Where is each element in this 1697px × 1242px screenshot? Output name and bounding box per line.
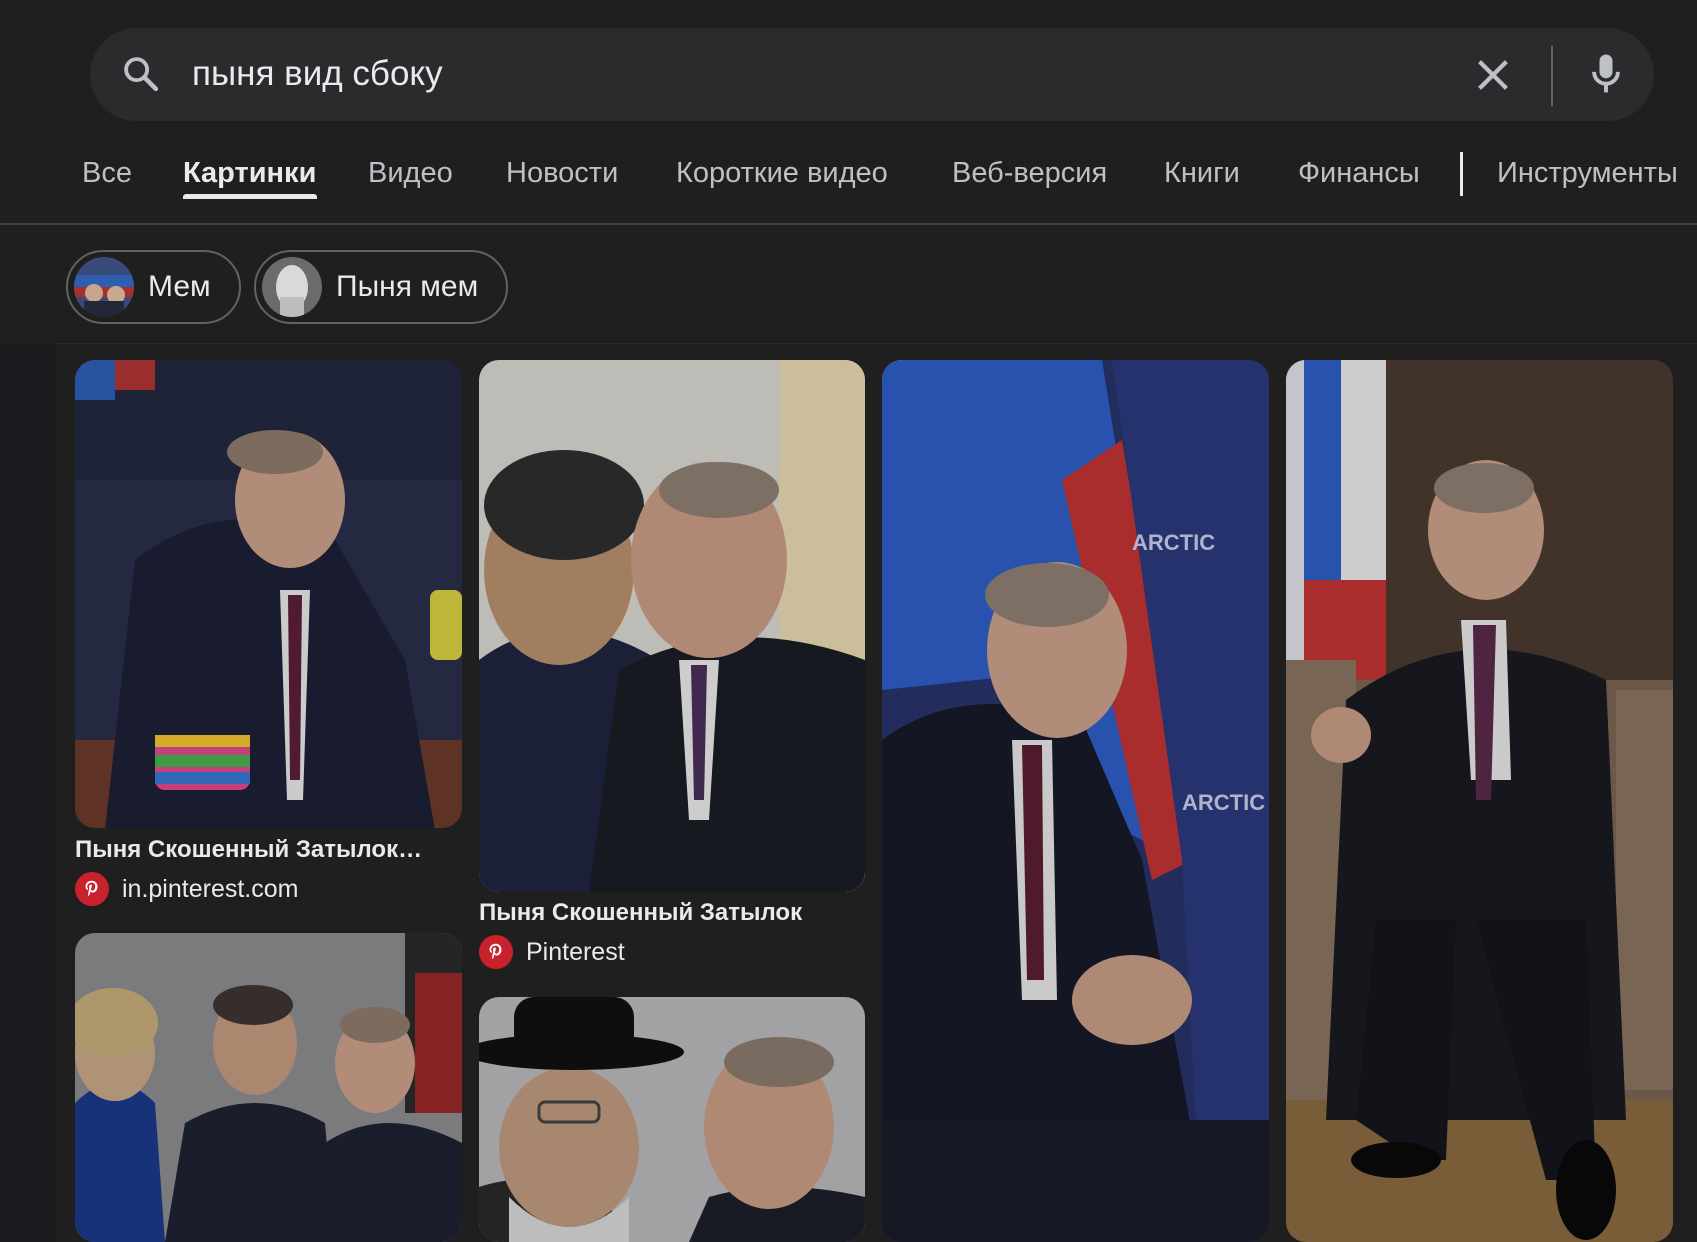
tabs-divider — [1460, 152, 1463, 196]
result-image[interactable] — [479, 997, 865, 1242]
pinterest-icon — [75, 872, 109, 906]
result-source[interactable]: Pinterest — [479, 935, 625, 969]
chip-meme[interactable]: Мем — [66, 250, 241, 324]
microphone-icon[interactable] — [1580, 48, 1632, 100]
tab-images[interactable]: Картинки — [183, 152, 316, 194]
tab-finance[interactable]: Финансы — [1298, 152, 1420, 194]
result-image[interactable] — [75, 933, 462, 1242]
grid-separator — [57, 343, 1697, 344]
chip-thumbnail — [74, 257, 134, 317]
search-tabs: Все Картинки Видео Новости Короткие виде… — [0, 140, 1697, 224]
result-image[interactable] — [75, 360, 462, 828]
result-title[interactable]: Пыня Скошенный Затылок… — [75, 836, 462, 864]
tab-all[interactable]: Все — [82, 152, 132, 194]
result-image[interactable]: ARCTIC ARCTIC — [882, 360, 1269, 1242]
result-image[interactable] — [479, 360, 865, 892]
chip-label: Пыня мем — [336, 270, 479, 303]
chip-pynya-meme[interactable]: Пыня мем — [254, 250, 509, 324]
search-input[interactable]: пыня вид сбоку — [192, 50, 443, 98]
tabs-separator — [0, 223, 1697, 225]
search-bar[interactable]: пыня вид сбоку — [90, 28, 1654, 121]
image-search-page: пыня вид сбоку Все Картинки Видео Новост… — [0, 0, 1697, 1242]
tab-news[interactable]: Новости — [506, 152, 618, 194]
tab-video[interactable]: Видео — [368, 152, 453, 194]
chip-thumbnail — [262, 257, 322, 317]
result-source[interactable]: in.pinterest.com — [75, 872, 298, 906]
tab-books[interactable]: Книги — [1164, 152, 1240, 194]
source-name: Pinterest — [526, 937, 625, 966]
tab-tools[interactable]: Инструменты — [1497, 152, 1678, 194]
result-image[interactable] — [1286, 360, 1673, 1242]
chip-label: Мем — [148, 270, 211, 303]
search-icon[interactable] — [120, 53, 162, 95]
tab-web[interactable]: Веб-версия — [952, 152, 1107, 194]
tab-short-videos[interactable]: Короткие видео — [676, 152, 888, 194]
searchbar-divider — [1551, 46, 1553, 106]
grid-left-gutter — [0, 343, 57, 1242]
source-name: in.pinterest.com — [122, 874, 299, 903]
result-title[interactable]: Пыня Скошенный Затылок — [479, 899, 865, 927]
active-tab-indicator — [183, 194, 317, 199]
pinterest-icon — [479, 935, 513, 969]
close-icon[interactable] — [1470, 52, 1516, 98]
